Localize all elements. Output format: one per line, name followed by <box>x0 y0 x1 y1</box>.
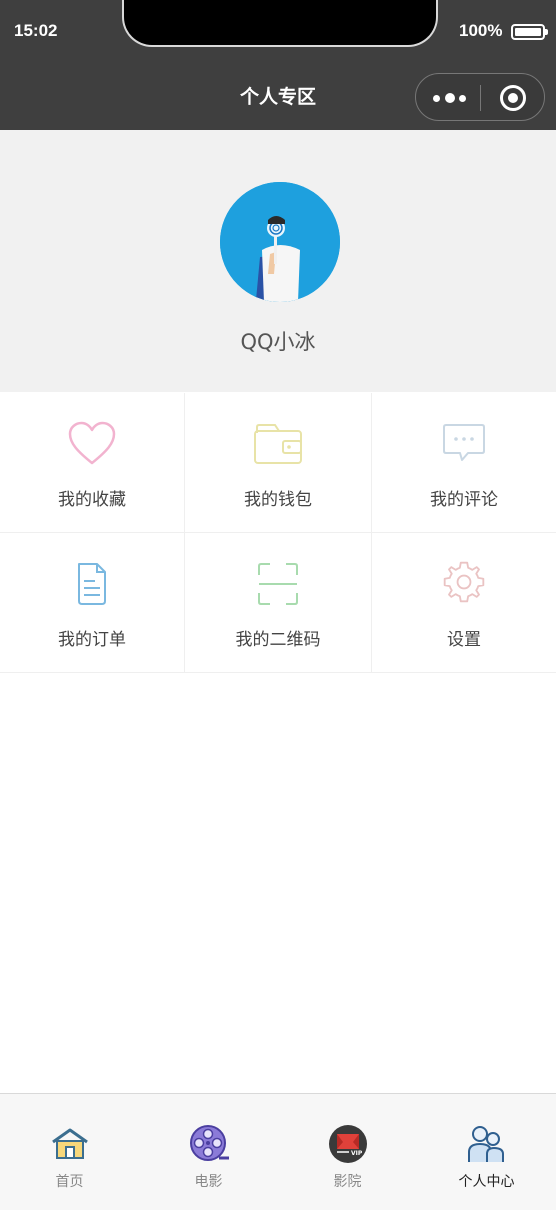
menu-item-orders[interactable]: 我的订单 <box>0 533 185 673</box>
menu-item-qrcode[interactable]: 我的二维码 <box>185 533 372 673</box>
menu-item-wallet[interactable]: 我的钱包 <box>185 393 372 533</box>
battery-icon <box>511 24 548 40</box>
menu-item-label: 我的评论 <box>430 490 498 510</box>
menu-item-label: 我的订单 <box>58 630 126 650</box>
menu-item-label: 我的收藏 <box>58 490 126 510</box>
tab-label: 首页 <box>55 1174 84 1190</box>
wallet-icon <box>253 421 303 467</box>
tab-movies[interactable]: 电影 <box>139 1094 278 1210</box>
user-group-icon <box>467 1124 507 1164</box>
menu-item-label: 设置 <box>447 630 481 650</box>
menu-item-label: 我的钱包 <box>244 490 312 510</box>
more-menu-icon[interactable] <box>433 93 467 103</box>
gear-icon <box>439 561 489 607</box>
menu-grid: 我的收藏 我的钱包 我的评论 我的订单 我的二维码 设置 <box>0 393 556 673</box>
heart-icon <box>67 421 117 467</box>
tab-bar: 首页 电影 VIP 影院 个人中心 <box>0 1093 556 1210</box>
profile-header: QQ小冰 <box>0 130 556 392</box>
close-mini-program-icon[interactable] <box>500 85 526 111</box>
tab-cinema[interactable]: VIP 影院 <box>278 1094 417 1210</box>
tab-label: 电影 <box>194 1174 223 1190</box>
avatar[interactable] <box>220 182 340 302</box>
film-reel-icon <box>189 1124 229 1164</box>
menu-item-comments[interactable]: 我的评论 <box>372 393 556 533</box>
menu-item-label: 我的二维码 <box>235 630 321 650</box>
battery-percentage: 100% <box>459 21 503 40</box>
tab-label: 个人中心 <box>458 1174 515 1190</box>
tab-home[interactable]: 首页 <box>0 1094 139 1210</box>
device-notch <box>122 0 438 47</box>
tab-profile[interactable]: 个人中心 <box>417 1094 556 1210</box>
capsule-divider <box>480 85 481 111</box>
menu-item-settings[interactable]: 设置 <box>372 533 556 673</box>
document-icon <box>67 561 117 607</box>
comment-icon <box>439 421 489 467</box>
status-time: 15:02 <box>14 21 58 40</box>
cinema-vip-icon: VIP <box>328 1124 368 1164</box>
top-bar: 15:02 100% 个人专区 <box>0 0 556 130</box>
tab-label: 影院 <box>333 1174 362 1190</box>
mini-program-capsule <box>415 73 545 121</box>
menu-item-favorites[interactable]: 我的收藏 <box>0 393 185 533</box>
home-icon <box>50 1124 90 1164</box>
svg-text:VIP: VIP <box>351 1150 363 1157</box>
qrcode-scan-icon <box>253 561 303 607</box>
username: QQ小冰 <box>240 330 316 354</box>
